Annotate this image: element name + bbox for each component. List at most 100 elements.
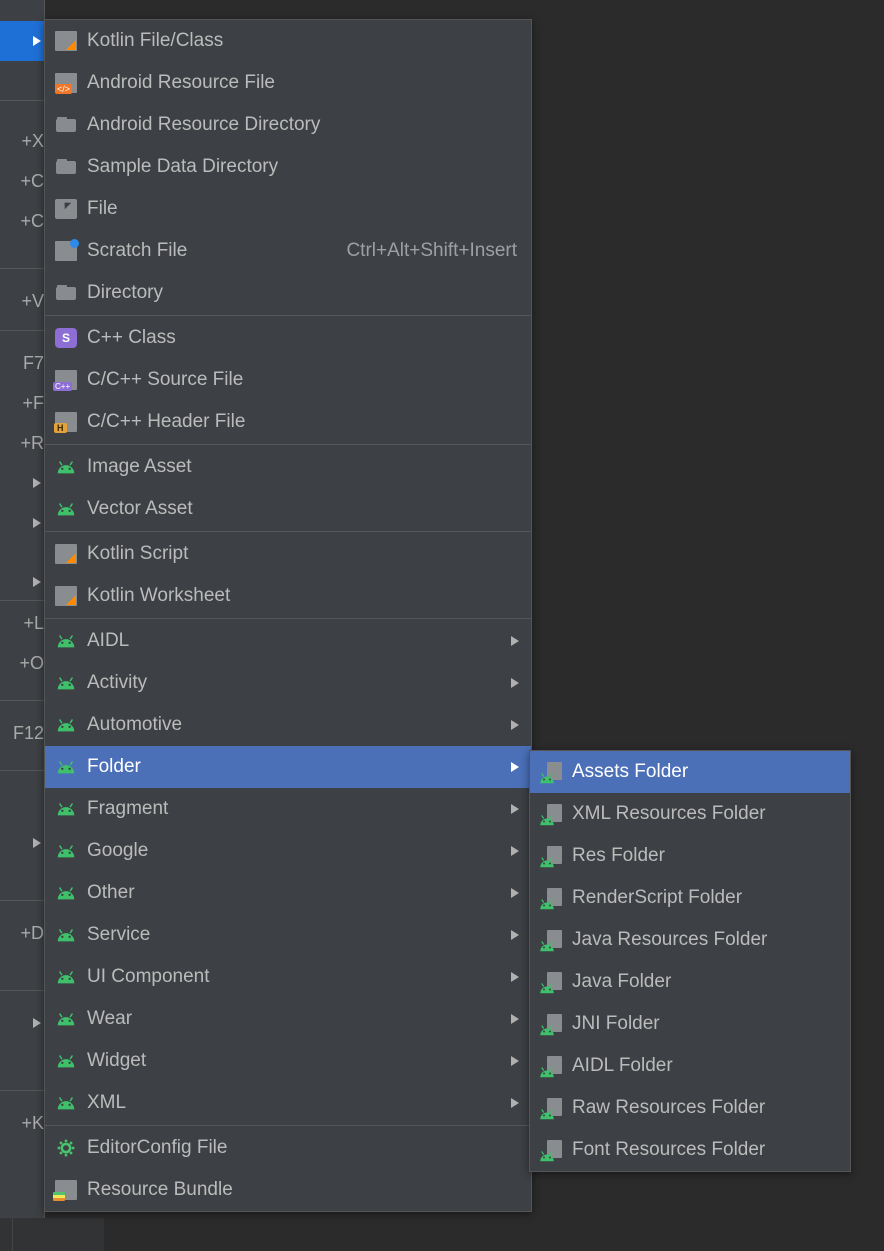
parent-menu-shortcut-text: +X [21,131,44,152]
menu-item-label: C/C++ Header File [87,411,245,433]
menu-item-label: Font Resources Folder [572,1139,765,1161]
editor-gutter-line [12,1218,13,1251]
android-icon [55,672,77,694]
parent-menu-shortcut-row[interactable]: +D [0,913,50,953]
parent-menu-shortcut-row[interactable]: F7 [0,343,50,383]
menu-item-scratch-file[interactable]: Scratch FileCtrl+Alt+Shift+Insert [45,230,531,272]
editor-gutter [0,1218,104,1251]
menu-item-editorconfig-file[interactable]: EditorConfig File [45,1127,531,1169]
menu-item-fragment[interactable]: Fragment [45,788,531,830]
submenu-item-font-resources-folder[interactable]: Font Resources Folder [530,1129,850,1171]
android-folder-icon [540,1140,562,1160]
menu-item-c-c-source-file[interactable]: C/C++ Source File [45,359,531,401]
menu-item-vector-asset[interactable]: Vector Asset [45,488,531,530]
chevron-right-icon [33,838,41,848]
menu-item-android-resource-directory[interactable]: Android Resource Directory [45,104,531,146]
menu-item-label: Java Folder [572,971,671,993]
kotlin-file-icon [55,586,77,606]
submenu-item-raw-resources-folder[interactable]: Raw Resources Folder [530,1087,850,1129]
parent-menu-submenu-row[interactable] [0,823,50,863]
chevron-right-icon [511,1056,519,1066]
menu-item-google[interactable]: Google [45,830,531,872]
menu-item-c-c-header-file[interactable]: C/C++ Header File [45,401,531,443]
menu-item-folder[interactable]: Folder [45,746,531,788]
menu-separator [0,600,44,601]
parent-menu-shortcut-row[interactable]: +R [0,423,50,463]
menu-item-activity[interactable]: Activity [45,662,531,704]
menu-item-label: Other [87,882,135,904]
menu-item-service[interactable]: Service [45,914,531,956]
submenu-item-java-resources-folder[interactable]: Java Resources Folder [530,919,850,961]
parent-menu-submenu-row[interactable] [0,1003,50,1043]
submenu-item-assets-folder[interactable]: Assets Folder [530,751,850,793]
parent-menu-shortcut-row[interactable]: +C [0,161,50,201]
android-icon [55,924,77,946]
resource-file-icon [55,73,77,93]
menu-separator [45,531,531,532]
menu-item-label: Service [87,924,150,946]
parent-menu-shortcut-row[interactable]: +X [0,121,50,161]
menu-item-label: Kotlin Worksheet [87,585,230,607]
parent-menu-submenu-row[interactable] [0,21,50,61]
android-folder-icon [540,1098,562,1118]
menu-item-ui-component[interactable]: UI Component [45,956,531,998]
chevron-right-icon [33,36,41,46]
parent-menu-shortcut-row[interactable]: +C [0,201,50,241]
android-folder-icon [540,1056,562,1076]
menu-item-android-resource-file[interactable]: Android Resource File [45,62,531,104]
submenu-item-xml-resources-folder[interactable]: XML Resources Folder [530,793,850,835]
submenu-item-aidl-folder[interactable]: AIDL Folder [530,1045,850,1087]
editor-background [104,1218,884,1251]
menu-item-sample-data-directory[interactable]: Sample Data Directory [45,146,531,188]
parent-menu-shortcut-row[interactable]: +V [0,281,50,321]
parent-menu-shortcut-text: F12 [13,723,44,744]
parent-menu-shortcut-row[interactable]: +L [0,603,50,643]
android-icon [55,498,77,520]
menu-item-label: C++ Class [87,327,176,349]
submenu-item-java-folder[interactable]: Java Folder [530,961,850,1003]
menu-item-c-class[interactable]: SC++ Class [45,317,531,359]
menu-item-xml[interactable]: XML [45,1082,531,1124]
menu-item-image-asset[interactable]: Image Asset [45,446,531,488]
parent-menu-shortcut-text: +O [19,653,44,674]
parent-menu-shortcut-text: +L [23,613,44,634]
menu-item-label: Kotlin File/Class [87,30,223,52]
parent-menu-submenu-row[interactable] [0,503,50,543]
menu-item-label: Activity [87,672,147,694]
chevron-right-icon [511,846,519,856]
menu-item-kotlin-script[interactable]: Kotlin Script [45,533,531,575]
parent-menu-shortcut-row[interactable]: +K [0,1103,50,1143]
menu-separator [0,330,44,331]
parent-menu-shortcut-row[interactable]: +F [0,383,50,423]
chevron-right-icon [33,1018,41,1028]
gear-icon [55,1137,77,1159]
menu-item-widget[interactable]: Widget [45,1040,531,1082]
menu-item-resource-bundle[interactable]: Resource Bundle [45,1169,531,1211]
kotlin-file-icon [55,31,77,51]
parent-menu-shortcut-row[interactable]: +O [0,643,50,683]
submenu-item-res-folder[interactable]: Res Folder [530,835,850,877]
menu-item-wear[interactable]: Wear [45,998,531,1040]
folder-icon [55,282,77,304]
menu-item-label: Android Resource Directory [87,114,320,136]
menu-item-kotlin-worksheet[interactable]: Kotlin Worksheet [45,575,531,617]
menu-item-kotlin-file-class[interactable]: Kotlin File/Class [45,20,531,62]
submenu-item-renderscript-folder[interactable]: RenderScript Folder [530,877,850,919]
menu-item-aidl[interactable]: AIDL [45,620,531,662]
menu-item-other[interactable]: Other [45,872,531,914]
android-folder-icon [540,888,562,908]
folder-icon [55,114,77,136]
parent-menu-submenu-row[interactable] [0,562,50,602]
submenu-item-jni-folder[interactable]: JNI Folder [530,1003,850,1045]
menu-item-automotive[interactable]: Automotive [45,704,531,746]
menu-item-label: Java Resources Folder [572,929,767,951]
menu-item-directory[interactable]: Directory [45,272,531,314]
menu-item-label: Res Folder [572,845,665,867]
menu-item-label: Fragment [87,798,168,820]
android-folder-icon [540,972,562,992]
chevron-right-icon [511,762,519,772]
menu-item-file[interactable]: File [45,188,531,230]
parent-menu-submenu-row[interactable] [0,463,50,503]
parent-menu-shortcut-row[interactable]: F12 [0,713,50,753]
menu-item-label: EditorConfig File [87,1137,227,1159]
